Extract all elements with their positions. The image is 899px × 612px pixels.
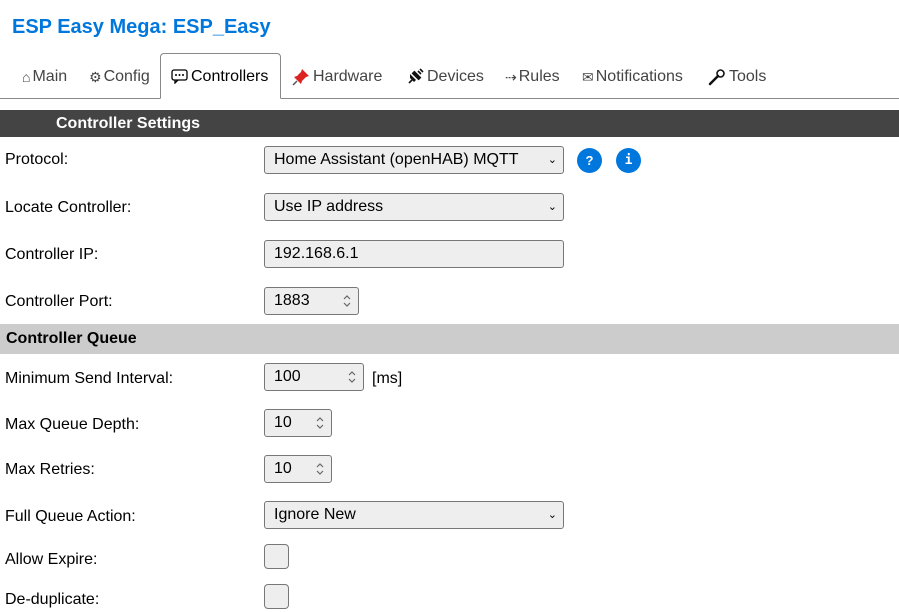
locate-controller-label: Locate Controller: xyxy=(5,199,132,216)
max-retries-label: Max Retries: xyxy=(5,461,95,478)
controller-queue-header: Controller Queue xyxy=(0,324,899,354)
protocol-select[interactable]: Home Assistant (openHAB) MQTT ⌄ xyxy=(264,146,564,174)
controller-port-input[interactable]: 1883 xyxy=(264,287,359,315)
gear-icon: ⚙ xyxy=(89,69,102,85)
spinner-arrows-icon[interactable] xyxy=(315,460,325,478)
tab-config[interactable]: ⚙ Config xyxy=(89,53,150,99)
pushpin-icon xyxy=(292,68,309,86)
controller-settings-header: Controller Settings xyxy=(0,110,899,137)
max-queue-depth-value: 10 xyxy=(274,414,292,431)
spinner-arrows-icon[interactable] xyxy=(315,414,325,432)
controller-ip-input[interactable]: 192.168.6.1 xyxy=(264,240,564,268)
chevron-down-icon: ⌄ xyxy=(547,201,557,213)
deduplicate-label: De-duplicate: xyxy=(5,591,100,608)
tab-hardware[interactable]: Hardware xyxy=(292,53,382,99)
max-queue-depth-input[interactable]: 10 xyxy=(264,409,332,437)
min-send-interval-input[interactable]: 100 xyxy=(264,363,364,391)
tab-tools[interactable]: Tools xyxy=(708,53,766,99)
controller-port-label: Controller Port: xyxy=(5,293,113,310)
allow-expire-checkbox[interactable] xyxy=(264,544,289,569)
min-send-interval-unit: [ms] xyxy=(372,370,403,387)
deduplicate-checkbox[interactable] xyxy=(264,584,289,609)
page-title: ESP Easy Mega: ESP_Easy xyxy=(12,16,271,38)
tab-bar: ⌂ Main ⚙ Config Controllers Hardware Devic… xyxy=(0,53,899,99)
protocol-label: Protocol: xyxy=(5,151,69,168)
tab-notifications[interactable]: ✉ Notifications xyxy=(582,53,683,99)
wrench-icon xyxy=(708,68,725,86)
arrow-icon: ⇢ xyxy=(505,69,517,85)
spinner-arrows-icon[interactable] xyxy=(342,292,352,310)
tab-rules[interactable]: ⇢ Rules xyxy=(505,53,560,99)
min-send-interval-label: Minimum Send Interval: xyxy=(5,370,174,387)
max-retries-value: 10 xyxy=(274,460,292,477)
controller-port-value: 1883 xyxy=(274,292,310,309)
help-info-button[interactable]: i xyxy=(616,148,641,173)
home-icon: ⌂ xyxy=(22,69,31,85)
spinner-arrows-icon[interactable] xyxy=(347,368,357,386)
chevron-down-icon: ⌄ xyxy=(547,154,557,166)
help-question-button[interactable]: ? xyxy=(577,148,602,173)
locate-controller-select[interactable]: Use IP address ⌄ xyxy=(264,193,564,221)
speech-bubble-icon xyxy=(171,69,188,85)
min-send-interval-value: 100 xyxy=(274,368,301,385)
controller-ip-label: Controller IP: xyxy=(5,246,99,263)
tab-controllers[interactable]: Controllers xyxy=(160,53,281,99)
chevron-down-icon: ⌄ xyxy=(547,509,557,521)
protocol-value: Home Assistant (openHAB) MQTT xyxy=(274,151,519,168)
tab-main[interactable]: ⌂ Main xyxy=(22,53,67,99)
plug-icon xyxy=(408,68,424,84)
max-queue-depth-label: Max Queue Depth: xyxy=(5,416,140,433)
full-queue-action-select[interactable]: Ignore New ⌄ xyxy=(264,501,564,529)
tab-devices[interactable]: Devices xyxy=(407,53,484,99)
envelope-icon: ✉ xyxy=(582,69,594,85)
locate-controller-value: Use IP address xyxy=(274,198,384,215)
header: ESP Easy Mega: ESP_Easy xyxy=(0,0,899,54)
full-queue-action-value: Ignore New xyxy=(274,506,356,523)
full-queue-action-label: Full Queue Action: xyxy=(5,508,136,525)
allow-expire-label: Allow Expire: xyxy=(5,551,98,568)
max-retries-input[interactable]: 10 xyxy=(264,455,332,483)
